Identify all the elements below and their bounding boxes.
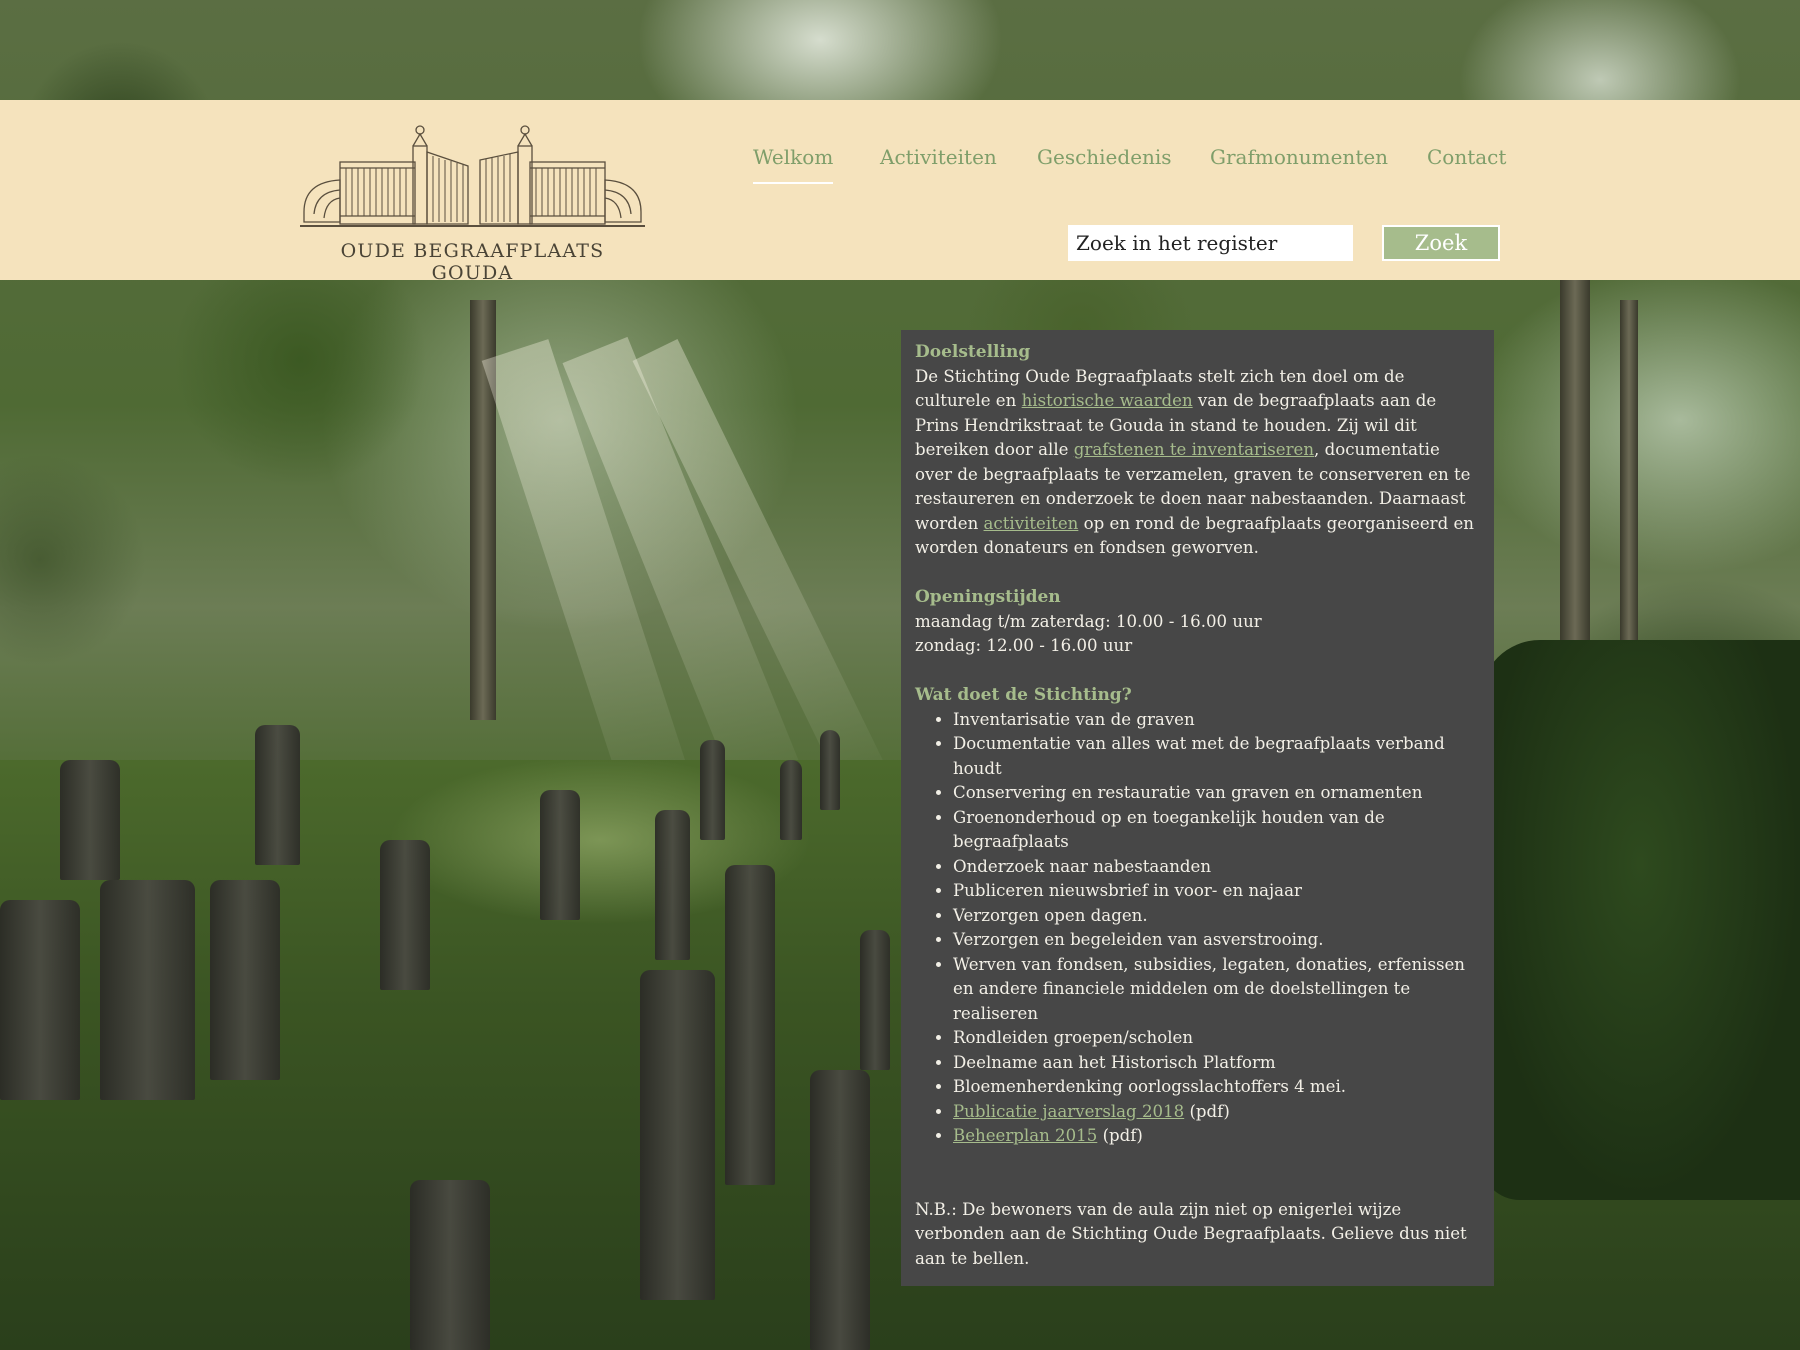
activiteiten-link[interactable]: activiteiten bbox=[984, 514, 1079, 533]
logo-text: OUDE BEGRAAFPLAATS GOUDA bbox=[340, 240, 605, 284]
background-gravestone bbox=[820, 730, 840, 810]
background-gravestone bbox=[410, 1180, 490, 1350]
list-item: Verzorgen open dagen. bbox=[953, 904, 1480, 929]
content-panel: Doelstelling De Stichting Oude Begraafpl… bbox=[901, 330, 1494, 1286]
list-item: Documentatie van alles wat met de begraa… bbox=[953, 732, 1480, 781]
list-item: Onderzoek naar nabestaanden bbox=[953, 855, 1480, 880]
beheerplan-2015-link[interactable]: Beheerplan 2015 bbox=[953, 1126, 1097, 1145]
nav-item-geschiedenis[interactable]: Geschiedenis bbox=[1037, 145, 1172, 182]
background-gravestone bbox=[255, 725, 300, 865]
background-gravestone bbox=[725, 865, 775, 1185]
nav-item-contact[interactable]: Contact bbox=[1427, 145, 1506, 182]
background-gravestone bbox=[100, 880, 195, 1100]
list-item: Groenonderhoud op en toegankelijk houden… bbox=[953, 806, 1480, 855]
background-gravestone bbox=[540, 790, 580, 920]
opening-hours-sunday: zondag: 12.00 - 16.00 uur bbox=[915, 636, 1133, 655]
list-item: Publicatie jaarverslag 2018 (pdf) bbox=[953, 1100, 1480, 1125]
nav-item-welkom[interactable]: Welkom bbox=[753, 145, 834, 184]
background-gravestone bbox=[655, 810, 690, 960]
cemetery-gate-logo-icon bbox=[300, 125, 645, 227]
background-gravestone bbox=[210, 880, 280, 1080]
list-item: Publiceren nieuwsbrief in voor- en najaa… bbox=[953, 879, 1480, 904]
search-button[interactable]: Zoek bbox=[1382, 225, 1500, 261]
list-item: Inventarisatie van de graven bbox=[953, 708, 1480, 733]
section-heading-stichting: Wat doet de Stichting? bbox=[915, 685, 1132, 705]
jaarverslag-2018-link[interactable]: Publicatie jaarverslag 2018 bbox=[953, 1102, 1184, 1121]
pdf-suffix: (pdf) bbox=[1184, 1101, 1230, 1121]
list-item: Rondleiden groepen/scholen bbox=[953, 1026, 1480, 1051]
list-item: Deelname aan het Historisch Platform bbox=[953, 1051, 1480, 1076]
background-hedge bbox=[1480, 640, 1800, 1200]
list-item: Verzorgen en begeleiden van asverstrooin… bbox=[953, 928, 1480, 953]
background-gravestone bbox=[700, 740, 725, 840]
list-item: Werven van fondsen, subsidies, legaten, … bbox=[953, 953, 1480, 1027]
background-gravestone bbox=[380, 840, 430, 990]
activities-list: Inventarisatie van de graven Documentati… bbox=[915, 708, 1480, 1149]
site-header: OUDE BEGRAAFPLAATS GOUDA Welkom Activite… bbox=[0, 100, 1800, 284]
section-heading-openingstijden: Openingstijden bbox=[915, 587, 1061, 607]
doelstelling-paragraph: De Stichting Oude Begraafplaats stelt zi… bbox=[915, 365, 1480, 561]
opening-hours-weekdays: maandag t/m zaterdag: 10.00 - 16.00 uur bbox=[915, 611, 1262, 631]
background-gravestone bbox=[860, 930, 890, 1070]
pdf-suffix: (pdf) bbox=[1097, 1126, 1143, 1145]
background-tree-trunk bbox=[1620, 300, 1638, 660]
section-heading-doelstelling: Doelstelling bbox=[915, 342, 1031, 362]
nav-item-activiteiten[interactable]: Activiteiten bbox=[880, 145, 997, 182]
historische-waarden-link[interactable]: historische waarden bbox=[1022, 391, 1193, 410]
background-tree-trunk bbox=[1560, 280, 1590, 660]
grafstenen-inventariseren-link[interactable]: grafstenen te inventariseren bbox=[1074, 440, 1314, 459]
background-gravestone bbox=[810, 1070, 870, 1350]
aula-note: N.B.: De bewoners van de aula zijn niet … bbox=[915, 1199, 1467, 1268]
background-gravestone bbox=[0, 900, 80, 1100]
list-item: Beheerplan 2015 (pdf) bbox=[953, 1124, 1480, 1149]
background-gravestone bbox=[780, 760, 802, 840]
list-item: Bloemenherdenking oorlogsslachtoffers 4 … bbox=[953, 1075, 1480, 1100]
list-item: Conservering en restauratie van graven e… bbox=[953, 781, 1480, 806]
site-logo[interactable]: OUDE BEGRAAFPLAATS GOUDA bbox=[300, 122, 645, 284]
nav-item-grafmonumenten[interactable]: Grafmonumenten bbox=[1210, 145, 1388, 182]
background-gravestone bbox=[60, 760, 120, 880]
search-input[interactable] bbox=[1068, 225, 1353, 261]
background-gravestone bbox=[640, 970, 715, 1300]
